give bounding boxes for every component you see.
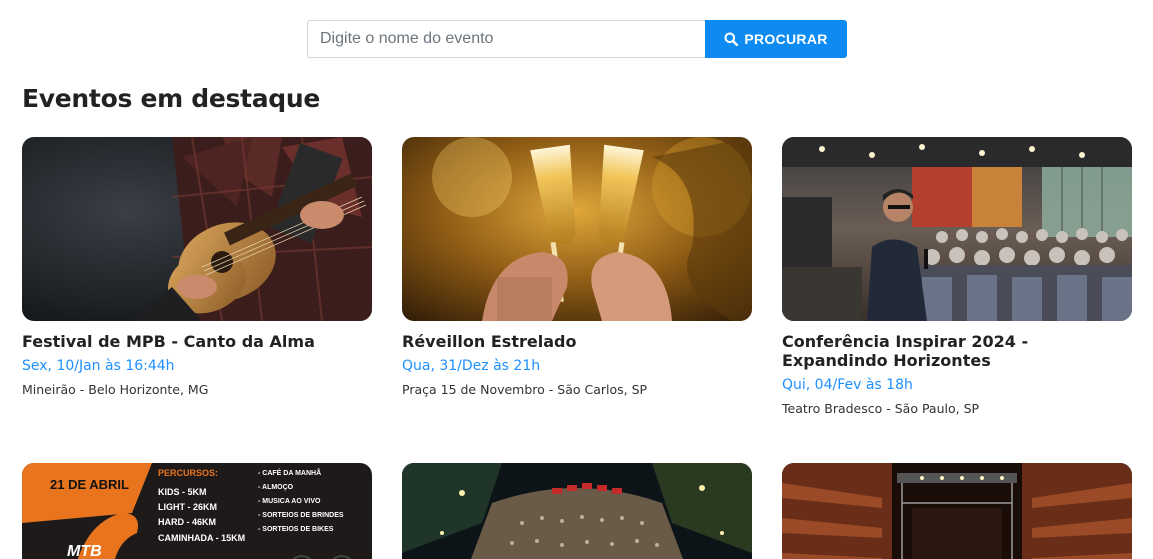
section-title: Eventos em destaque	[22, 84, 321, 113]
poster-route: LIGHT - 26KM	[158, 502, 217, 512]
event-location: Teatro Bradesco - São Paulo, SP	[782, 401, 980, 416]
poster-perk: - SORTEIOS DE BIKES	[258, 526, 334, 533]
search-bar: PROCURAR	[307, 20, 847, 58]
event-card[interactable]: Conferência Inspirar 2024 - Expandindo H…	[782, 137, 1132, 418]
poster-perk: - ALMOÇO	[258, 484, 294, 491]
event-date: Sex, 10/Jan às 16:44h	[22, 358, 175, 374]
event-card[interactable]	[782, 463, 1132, 559]
poster-route: KIDS - 5KM	[158, 487, 207, 497]
search-button-label: PROCURAR	[744, 31, 828, 47]
poster-route: HARD - 46KM	[158, 517, 216, 527]
event-card[interactable]: Réveillon Estrelado Qua, 31/Dez às 21h P…	[402, 137, 752, 399]
poster-perk: - MUSICA AO VIVO	[258, 498, 321, 505]
event-title: Festival de MPB - Canto da Alma	[22, 332, 315, 351]
event-card[interactable]: 21 DE ABRIL MTB PERCURSOS: KIDS - 5KM LI…	[22, 463, 372, 559]
event-location: Mineirão - Belo Horizonte, MG	[22, 382, 209, 397]
event-image-festival-crowd[interactable]	[402, 463, 752, 559]
event-image-guitarist[interactable]	[22, 137, 372, 321]
event-image-champagne[interactable]	[402, 137, 752, 321]
event-image-mtb-poster[interactable]: 21 DE ABRIL MTB PERCURSOS: KIDS - 5KM LI…	[22, 463, 372, 559]
event-card[interactable]	[402, 463, 752, 559]
event-date: Qua, 31/Dez às 21h	[402, 358, 541, 374]
event-date: Qui, 04/Fev às 18h	[782, 377, 913, 393]
poster-perk: - CAFÉ DA MANHÃ	[258, 468, 321, 477]
event-card[interactable]: Festival de MPB - Canto da Alma Sex, 10/…	[22, 137, 372, 399]
event-location: Praça 15 de Novembro - São Carlos, SP	[402, 382, 648, 397]
poster-perk: - SORTEIOS DE BRINDES	[258, 512, 344, 519]
poster-heading: PERCURSOS:	[158, 468, 218, 478]
poster-date: 21 DE ABRIL	[50, 477, 129, 492]
event-title: Réveillon Estrelado	[402, 332, 577, 351]
search-icon	[724, 32, 739, 46]
poster-logo: MTB	[67, 543, 102, 559]
poster-route: CAMINHADA - 15KM	[158, 533, 245, 543]
event-image-conference[interactable]	[782, 137, 1132, 321]
event-image-theater[interactable]	[782, 463, 1132, 559]
search-button[interactable]: PROCURAR	[705, 20, 847, 58]
search-input[interactable]	[307, 20, 705, 58]
event-title: Conferência Inspirar 2024 - Expandindo H…	[782, 332, 1029, 370]
